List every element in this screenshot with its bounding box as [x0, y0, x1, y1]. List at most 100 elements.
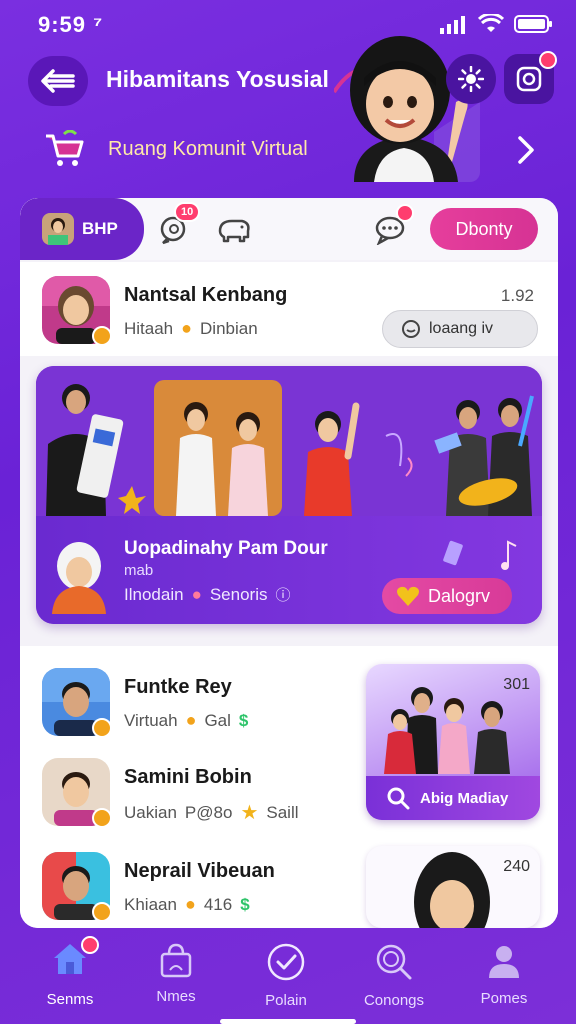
item-meta-right: Saill: [266, 802, 299, 822]
host-avatar: [46, 538, 112, 614]
music-note-icon: [443, 540, 517, 570]
coin-icon: ●: [184, 894, 196, 914]
info-icon: ⓘ: [275, 587, 291, 604]
featured-meta-left: Ilnodain: [124, 584, 184, 604]
cart-icon[interactable]: [44, 129, 86, 173]
featured-title: Uopadinahy Pam Dour: [124, 538, 328, 559]
pig-icon: [218, 219, 250, 243]
money-icon: $: [238, 710, 249, 730]
donate-button[interactable]: Dbonty: [430, 208, 538, 250]
item-meta-left: Virtuah: [124, 710, 178, 730]
brightness-button[interactable]: [446, 54, 496, 104]
home-indicator: [220, 1019, 356, 1024]
status-bar: 9:59 ⁷: [0, 0, 576, 48]
tab-bhp[interactable]: BHP: [20, 198, 144, 260]
search-icon: [376, 944, 412, 980]
nav-names[interactable]: Nmes: [126, 942, 226, 1005]
loading-label: loaang iv: [429, 320, 494, 337]
money-icon: $: [240, 894, 250, 914]
join-button[interactable]: Dalogrv: [382, 578, 512, 614]
tab-messages[interactable]: [372, 204, 414, 248]
item-name: Nantsal Kenbang: [124, 284, 288, 306]
status-icons: [440, 14, 554, 34]
header: Hibamitans Yosusial Ruang Komunit Virtua…: [0, 36, 576, 198]
community-subtitle: Ruang Komunit Virtual: [108, 138, 308, 160]
item-meta-right: Gal: [204, 710, 231, 730]
tab-pet[interactable]: [216, 212, 252, 248]
item-name: Samini Bobin: [124, 766, 252, 788]
nav-home-label: Senms: [46, 991, 94, 1008]
featured-photo: [36, 366, 542, 516]
list-item[interactable]: Samini Bobin Uakian P@8o ★ Saill: [20, 744, 350, 838]
sun-icon: [458, 66, 484, 92]
verified-badge: [92, 718, 112, 738]
search-icon: [387, 787, 410, 810]
camera-icon: [516, 66, 542, 92]
battery-icon: [514, 15, 552, 33]
star-icon: ★: [240, 802, 259, 824]
main-card: BHP 10 Dbonty Nantsal Kenbang Hitaah ● D…: [20, 198, 558, 928]
item-meta: Hitaah ● Dinbian: [124, 318, 258, 339]
heart-small-icon: ●: [191, 584, 202, 604]
heart-icon: [397, 586, 419, 606]
chevron-right-icon[interactable]: [514, 134, 538, 171]
tab-badge: 10: [174, 202, 201, 222]
featured-meta-right: Senoris: [209, 584, 268, 604]
item-meta: Khiaan ● 416 $: [124, 894, 250, 915]
nav-names-label: Nmes: [156, 988, 196, 1005]
item-meta: Virtuah ● Gal $: [124, 710, 248, 731]
tab-bar: BHP 10 Dbonty: [20, 198, 558, 260]
featured-event-card[interactable]: Uopadinahy Pam Dour mab Ilnodain ● Senor…: [36, 366, 542, 624]
nav-conongs[interactable]: Conongs: [344, 942, 444, 1009]
item-meta-left: Hitaah: [124, 318, 174, 338]
group-card-label: Abig Madiay: [420, 789, 509, 807]
profile-icon: [489, 946, 519, 978]
item-meta-left: Khiaan: [124, 894, 177, 914]
chat-icon: [402, 320, 420, 338]
messages-dot: [396, 204, 414, 222]
coin-icon: ●: [181, 318, 193, 338]
verified-badge: [92, 902, 112, 922]
featured-meta: Ilnodain ● Senoris ⓘ: [124, 584, 291, 605]
status-time: 9:59 ⁷: [38, 12, 104, 37]
list-item[interactable]: Neprail Vibeuan Khiaan ● 416 $: [20, 838, 350, 928]
nav-profile-label: Pomes: [480, 990, 528, 1007]
signal-icon: [440, 16, 465, 34]
group-count: 301: [503, 676, 530, 693]
profile-card[interactable]: 240: [366, 846, 540, 928]
verified-badge: [92, 808, 112, 828]
nav-home[interactable]: Senms: [20, 936, 120, 1008]
group-card[interactable]: 301 Abig Madiay: [366, 664, 540, 820]
loading-button[interactable]: loaang iv: [382, 310, 538, 348]
check-circle-icon: [267, 943, 305, 981]
featured-subtitle: mab: [124, 562, 154, 579]
camera-button[interactable]: [504, 51, 557, 104]
home-dot: [81, 936, 99, 954]
nav-polain-label: Polain: [265, 992, 307, 1009]
tab-bhp-label: BHP: [82, 219, 118, 238]
verified-badge: [92, 326, 112, 346]
join-label: Dalogrv: [428, 585, 491, 606]
notification-dot: [539, 51, 557, 69]
item-meta-right: 416: [203, 894, 233, 914]
list-item[interactable]: Funtke Rey Virtuah ● Gal $: [20, 654, 350, 748]
item-name: Neprail Vibeuan: [124, 860, 275, 882]
tab-avatar: [42, 213, 74, 245]
item-name: Funtke Rey: [124, 676, 232, 698]
coin-icon: ●: [185, 710, 197, 730]
tab-chat[interactable]: 10: [156, 202, 201, 248]
profile-count: 240: [503, 858, 530, 875]
bottom-nav: Senms Nmes Polain Conongs Pomes: [0, 928, 576, 1024]
item-meta-left: Uakian: [124, 802, 177, 822]
nav-conongs-label: Conongs: [363, 992, 425, 1009]
page-title: Hibamitans Yosusial: [106, 66, 329, 92]
item-meta-right: Dinbian: [200, 318, 258, 338]
list-item[interactable]: Nantsal Kenbang Hitaah ● Dinbian 1.92 lo…: [20, 262, 558, 356]
nav-polain[interactable]: Polain: [236, 942, 336, 1009]
back-button[interactable]: [28, 56, 88, 106]
hero-child-photo: [334, 32, 480, 182]
group-card-footer: Abig Madiay: [366, 776, 540, 820]
nav-profile[interactable]: Pomes: [454, 942, 554, 1007]
back-arrow-icon: [41, 69, 75, 93]
item-meta: Uakian P@8o ★ Saill: [124, 800, 299, 825]
